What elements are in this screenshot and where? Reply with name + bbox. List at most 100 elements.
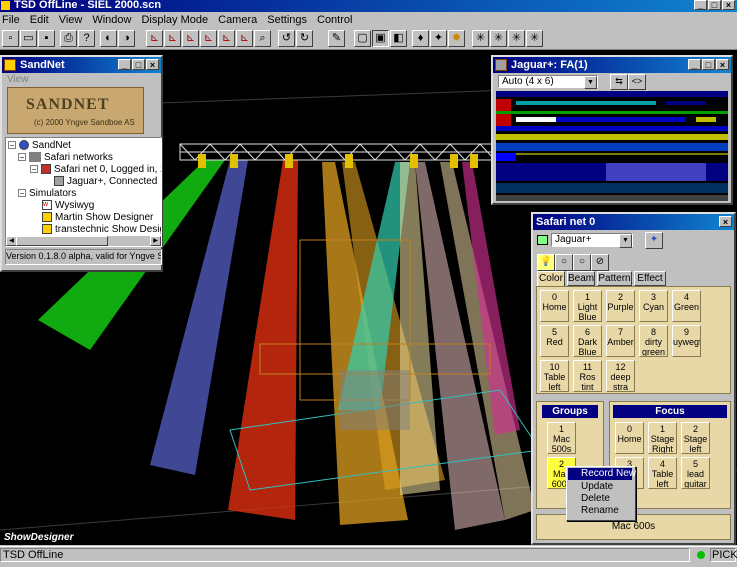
camera-a-icon[interactable]: ◐ bbox=[100, 30, 117, 47]
maximize-button[interactable]: □ bbox=[708, 0, 721, 10]
solid-view-icon[interactable]: ▣ bbox=[372, 30, 389, 47]
tab-color[interactable]: Color bbox=[537, 271, 565, 286]
focus-button-stage-right[interactable]: 1 Stage Right bbox=[648, 422, 677, 454]
print-icon[interactable]: ⎙ bbox=[60, 30, 77, 47]
magnify-icon[interactable]: ⌕ bbox=[254, 30, 271, 47]
tree-item-safari-networks[interactable]: − Safari networks bbox=[18, 152, 113, 164]
color-button-light-blue[interactable]: 1 Light Blue bbox=[573, 290, 602, 322]
sandnet-minimize-button[interactable]: _ bbox=[118, 59, 131, 70]
color-button-cyan[interactable]: 3 Cyan bbox=[639, 290, 668, 322]
axis-view-1-icon[interactable]: ⊾ bbox=[146, 30, 163, 47]
tree-hscrollbar[interactable]: ◀ ▶ bbox=[6, 236, 161, 246]
color-button-deep-stra[interactable]: 12 deep stra bbox=[606, 360, 635, 392]
wireframe-icon[interactable]: ▢ bbox=[354, 30, 371, 47]
jaguar-maximize-button[interactable]: □ bbox=[702, 59, 715, 70]
tree-item-simulators[interactable]: − Simulators bbox=[18, 188, 76, 200]
safari-close-button[interactable]: × bbox=[719, 216, 732, 227]
lamp-on-icon[interactable]: 💡 bbox=[537, 254, 555, 271]
axis-view-3-icon[interactable]: ⊾ bbox=[182, 30, 199, 47]
color-button-purple[interactable]: 2 Purple bbox=[606, 290, 635, 322]
jaguar-tool-1-icon[interactable]: ⇆ bbox=[610, 74, 628, 90]
color-button-green[interactable]: 4 Green bbox=[672, 290, 701, 322]
focus-button-lead-guitar[interactable]: 5 lead guitar bbox=[681, 457, 710, 489]
new-file-icon[interactable]: ▫ bbox=[2, 30, 19, 47]
focus-button-stage-left[interactable]: 2 Stage left bbox=[681, 422, 710, 454]
light-1-icon[interactable]: ✳ bbox=[472, 30, 489, 47]
color-button-red[interactable]: 5 Red bbox=[540, 325, 569, 357]
app-title: TSD OffLine - SIEL 2000.scn bbox=[14, 0, 162, 11]
scroll-thumb[interactable] bbox=[16, 236, 108, 246]
color-palette-panel: 0 Home 1 Light Blue 2 Purple 3 Cyan 4 Green 5… bbox=[536, 286, 731, 394]
tree-item-transtechnic[interactable]: transtechnic Show Designer bbox=[42, 224, 161, 236]
tab-effect[interactable]: Effect bbox=[634, 271, 666, 286]
device-chevron-down-icon[interactable]: ▼ bbox=[619, 234, 632, 248]
scroll-right-icon[interactable]: ▶ bbox=[150, 236, 161, 246]
color-button-ros-tint[interactable]: 11 Ros tint bbox=[573, 360, 602, 392]
save-icon[interactable]: ▪ bbox=[38, 30, 55, 47]
menu-control[interactable]: Control bbox=[317, 12, 352, 28]
tree-item-martin[interactable]: Martin Show Designer bbox=[42, 212, 153, 224]
menu-file[interactable]: File bbox=[2, 12, 20, 28]
tree-item-wysiwyg[interactable]: w Wysiwyg bbox=[42, 200, 94, 212]
color-button-dirty-green[interactable]: 8 dirty green bbox=[639, 325, 668, 357]
monitor-icon bbox=[537, 235, 548, 245]
light-2-icon[interactable]: ✳ bbox=[490, 30, 507, 47]
menu-view[interactable]: View bbox=[59, 12, 83, 28]
rotate-right-icon[interactable]: ↻ bbox=[296, 30, 313, 47]
device-select[interactable]: Jaguar+ ▼ bbox=[551, 233, 633, 248]
jaguar-tool-2-icon[interactable]: <> bbox=[628, 74, 646, 90]
sandnet-logo-subtitle: (c) 2000 Yngve Sandboe AS bbox=[34, 118, 135, 127]
color-button-home[interactable]: 0 Home bbox=[540, 290, 569, 322]
layout-select[interactable]: Auto (4 x 6) ▼ bbox=[498, 75, 598, 89]
menu-item-rename[interactable]: Rename bbox=[581, 505, 619, 517]
color-button-uywegf[interactable]: 9 uywegf bbox=[672, 325, 701, 357]
tab-beam[interactable]: Beam bbox=[567, 271, 595, 286]
axis-view-2-icon[interactable]: ⊾ bbox=[164, 30, 181, 47]
beam-icon[interactable]: ✦ bbox=[430, 30, 447, 47]
axis-view-6-icon[interactable]: ⊾ bbox=[236, 30, 253, 47]
lamp-strike-icon[interactable]: ○ bbox=[573, 254, 591, 271]
sandnet-close-button[interactable]: × bbox=[146, 59, 159, 70]
menu-item-update[interactable]: Update bbox=[581, 481, 613, 493]
fixture-icon[interactable]: ♦ bbox=[412, 30, 429, 47]
jaguar-minimize-button[interactable]: _ bbox=[688, 59, 701, 70]
tree-item-sandnet[interactable]: − SandNet bbox=[8, 140, 71, 152]
menu-settings[interactable]: Settings bbox=[267, 12, 307, 28]
sandnet-menu-view[interactable]: View bbox=[7, 74, 29, 85]
tab-pattern[interactable]: Pattern bbox=[597, 271, 632, 286]
shaded-view-icon[interactable]: ◧ bbox=[390, 30, 407, 47]
light-4-icon[interactable]: ✳ bbox=[526, 30, 543, 47]
network-status-icon[interactable]: ✦ bbox=[645, 232, 663, 249]
menu-edit[interactable]: Edit bbox=[30, 12, 49, 28]
menu-display-mode[interactable]: Display Mode bbox=[141, 12, 208, 28]
lamp-reset-icon[interactable]: ⊘ bbox=[591, 254, 609, 271]
light-3-icon[interactable]: ✳ bbox=[508, 30, 525, 47]
minimize-button[interactable]: _ bbox=[694, 0, 707, 10]
rotate-left-icon[interactable]: ↺ bbox=[278, 30, 295, 47]
menu-item-delete[interactable]: Delete bbox=[581, 493, 610, 505]
lamp-icon[interactable]: ✹ bbox=[448, 30, 465, 47]
focus-button-table-left[interactable]: 4 Table left bbox=[648, 457, 677, 489]
jaguar-close-button[interactable]: × bbox=[716, 59, 729, 70]
help-icon[interactable]: ? bbox=[78, 30, 95, 47]
color-button-table-left[interactable]: 10 Table left bbox=[540, 360, 569, 392]
axis-view-4-icon[interactable]: ⊾ bbox=[200, 30, 217, 47]
open-folder-icon[interactable]: ▭ bbox=[20, 30, 37, 47]
menu-camera[interactable]: Camera bbox=[218, 12, 257, 28]
color-button-amber[interactable]: 7 Amber bbox=[606, 325, 635, 357]
camera-b-icon[interactable]: ◑ bbox=[118, 30, 135, 47]
axis-view-5-icon[interactable]: ⊾ bbox=[218, 30, 235, 47]
sandnet-logo-text: SANDNET bbox=[26, 96, 110, 113]
sandnet-maximize-button[interactable]: □ bbox=[132, 59, 145, 70]
close-button[interactable]: × bbox=[722, 0, 735, 10]
focus-button-home[interactable]: 0 Home bbox=[615, 422, 644, 454]
menu-window[interactable]: Window bbox=[92, 12, 131, 28]
menu-item-record-new[interactable]: Record New bbox=[581, 468, 636, 480]
color-button-dark-blue[interactable]: 6 Dark Blue bbox=[573, 325, 602, 357]
chevron-down-icon[interactable]: ▼ bbox=[584, 76, 597, 89]
lamp-off-icon[interactable]: ○ bbox=[555, 254, 573, 271]
group-button-mac500[interactable]: 1 Mac 500s bbox=[547, 422, 576, 454]
highlight-icon[interactable]: ✎ bbox=[328, 30, 345, 47]
tree-item-safari-net-0[interactable]: −Safari net 0, Logged in, 21:17 bbox=[30, 164, 161, 176]
tree-item-jaguar[interactable]: Jaguar+, Connected bbox=[54, 176, 157, 188]
